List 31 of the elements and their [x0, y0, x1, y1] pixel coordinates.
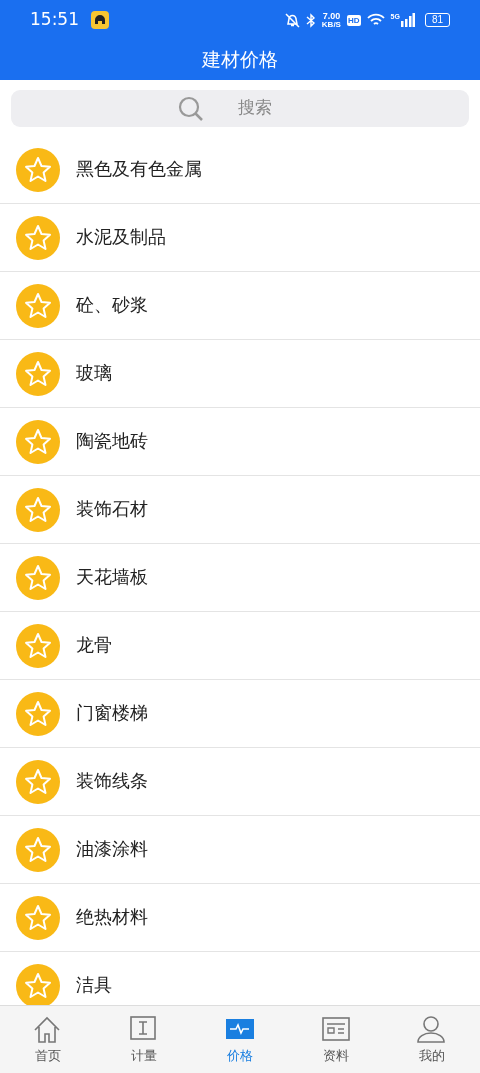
- app-notification-icon: [91, 11, 109, 29]
- signal-icon: [400, 13, 415, 27]
- search-field[interactable]: 搜索: [11, 89, 469, 127]
- status-time: 15:51: [30, 8, 79, 32]
- category-item[interactable]: 绝热材料: [0, 884, 480, 952]
- category-item[interactable]: 黑色及有色金属: [0, 136, 480, 204]
- category-item[interactable]: 装饰线条: [0, 748, 480, 816]
- user-icon: [416, 1013, 448, 1044]
- mute-bell-icon: [284, 12, 300, 28]
- tab-bar-item[interactable]: 价格: [192, 1006, 288, 1073]
- category-item[interactable]: 装饰石材: [0, 476, 480, 544]
- category-item[interactable]: 门窗楼梯: [0, 680, 480, 748]
- bluetooth-icon: [305, 12, 316, 28]
- tab-bar-item[interactable]: 我的: [384, 1006, 480, 1073]
- category-item[interactable]: 油漆涂料: [0, 816, 480, 884]
- category-item[interactable]: 砼、砂浆: [0, 272, 480, 340]
- tab-bar-item[interactable]: 计量: [96, 1006, 192, 1073]
- page-title: 建材价格: [202, 47, 278, 72]
- tab-bar-item[interactable]: 首页: [0, 1006, 96, 1073]
- tab-bar-item[interactable]: 资料: [288, 1006, 384, 1073]
- speed-unit: KB/S: [321, 20, 341, 29]
- category-item[interactable]: 玻璃: [0, 340, 480, 408]
- category-item[interactable]: 水泥及制品: [0, 204, 480, 272]
- category-item[interactable]: 龙骨: [0, 612, 480, 680]
- hd-indicator: HD: [346, 14, 361, 26]
- category-item[interactable]: 陶瓷地砖: [0, 408, 480, 476]
- network-speed: 7.00: [322, 11, 341, 21]
- wifi-icon: [366, 13, 385, 27]
- battery-indicator: 81: [424, 13, 450, 27]
- category-item[interactable]: 天花墙板: [0, 544, 480, 612]
- search-icon: [178, 95, 204, 122]
